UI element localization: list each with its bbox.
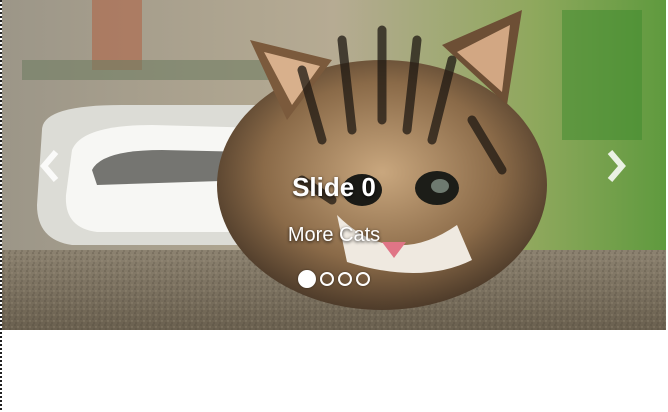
slide-indicators xyxy=(2,270,666,288)
slide-indicator-1[interactable] xyxy=(320,272,334,286)
image-carousel[interactable]: Slide 0 More Cats xyxy=(2,0,666,330)
slide-indicator-0[interactable] xyxy=(298,270,316,288)
slide-indicator-2[interactable] xyxy=(338,272,352,286)
slide-caption-title: Slide 0 xyxy=(292,172,376,202)
slide-caption-subtitle: More Cats xyxy=(287,224,381,246)
slide-indicator-3[interactable] xyxy=(356,272,370,286)
